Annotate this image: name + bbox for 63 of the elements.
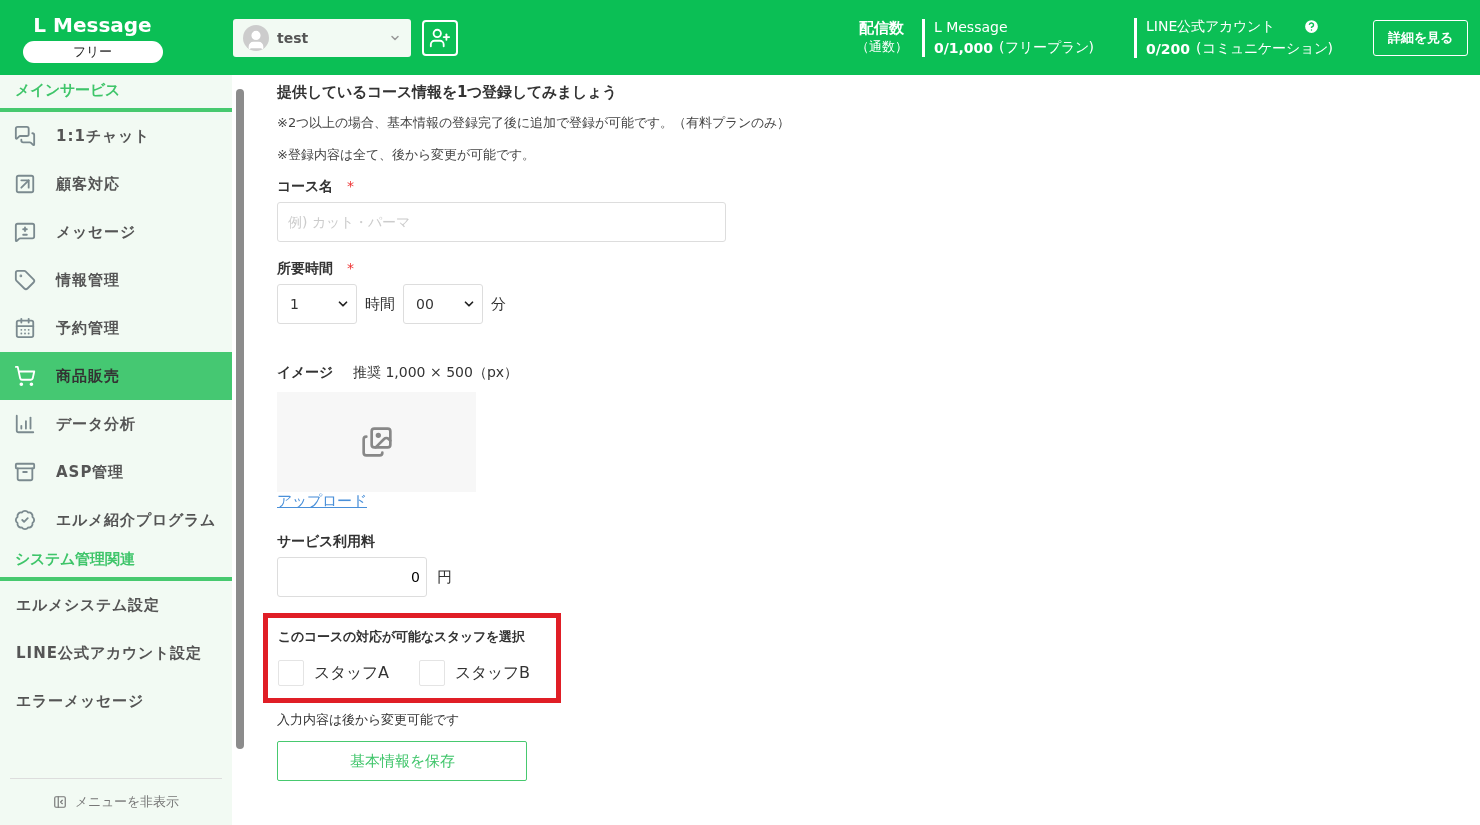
menu-item[interactable]: 顧客対応 (0, 160, 232, 208)
collapse-icon (53, 795, 67, 809)
hours-select[interactable]: 1 (277, 284, 357, 324)
add-user-button[interactable] (422, 19, 458, 56)
checkbox[interactable] (278, 660, 304, 686)
menu-item[interactable]: エルメ紹介プログラム (0, 496, 232, 544)
scrollbar-thumb[interactable] (235, 89, 244, 749)
menu-item[interactable]: 情報管理 (0, 256, 232, 304)
image-hint: 推奨 1,000 × 500（px） (353, 364, 519, 382)
stats-label: 配信数 (859, 19, 905, 38)
badge-icon (14, 509, 36, 531)
chat-icon (14, 125, 36, 147)
stat-label: LINE公式アカウント (1146, 17, 1276, 36)
menu-item[interactable]: エルメシステム設定 (0, 581, 232, 629)
menu-item[interactable]: エラーメッセージ (0, 677, 232, 725)
add-user-icon (429, 26, 451, 49)
stats-sublabel: （通数） (855, 38, 908, 56)
stat-count: 0/200 (1146, 40, 1191, 57)
note-text: ※2つ以上の場合、基本情報の登録完了後に追加で登録が可能です。（有料プランのみ） (277, 114, 792, 132)
unit-text: 円 (437, 567, 452, 587)
stat-plan: (フリープラン) (999, 38, 1094, 57)
cart-icon (14, 365, 36, 387)
menu-item[interactable]: 予約管理 (0, 304, 232, 352)
staff-title: このコースの対応が可能なスタッフを選択 (278, 628, 526, 646)
account-dropdown[interactable]: test (233, 18, 411, 57)
unit-text: 時間 (365, 294, 395, 314)
upload-link[interactable]: アップロード (277, 492, 367, 511)
note-text: ※登録内容は全て、後から変更が可能です。 (277, 146, 536, 164)
required-mark: * (347, 178, 354, 196)
footnote-text: 入力内容は後から変更可能です (277, 711, 460, 729)
menu-item[interactable]: 商品販売 (0, 352, 232, 400)
tag-icon (14, 269, 36, 291)
calendar-icon (14, 317, 36, 339)
menu-item[interactable]: LINE公式アカウント設定 (0, 629, 232, 677)
menu-item[interactable]: 1:1チャット (0, 112, 232, 160)
hide-menu-button[interactable]: メニューを非表示 (10, 778, 222, 825)
field-label: サービス利用料 (277, 533, 375, 551)
menu-item[interactable]: データ分析 (0, 400, 232, 448)
plan-badge: フリー (22, 40, 163, 63)
archive-icon (14, 461, 36, 483)
minutes-select[interactable]: 00 (403, 284, 483, 324)
fee-input[interactable]: 0 (277, 557, 427, 597)
form-heading: 提供しているコース情報を1つ登録してみましょう (277, 83, 619, 102)
field-label: コース名 (277, 178, 333, 196)
stat-label: L Message (933, 18, 1008, 35)
checkbox[interactable] (418, 660, 445, 686)
stat-count: 0/1,000 (933, 39, 994, 56)
image-placeholder[interactable] (277, 392, 476, 492)
field-label: イメージ (277, 364, 333, 382)
menu-item[interactable]: メッセージ (0, 208, 232, 256)
checkbox-label: スタッフA (314, 662, 389, 684)
logo: L Message (33, 12, 152, 37)
bar-chart-icon (14, 413, 36, 435)
avatar-icon (243, 24, 269, 51)
checkbox-label: スタッフB (454, 662, 530, 684)
image-icon (360, 426, 393, 458)
required-mark: * (347, 260, 354, 278)
stat-plan: (コミュニケーション) (1196, 39, 1333, 58)
field-label: 所要時間 (277, 260, 333, 278)
menu-item[interactable]: ASP管理 (0, 448, 232, 496)
message-icon (14, 221, 36, 243)
unit-text: 分 (491, 294, 506, 314)
help-icon[interactable] (1303, 18, 1321, 35)
